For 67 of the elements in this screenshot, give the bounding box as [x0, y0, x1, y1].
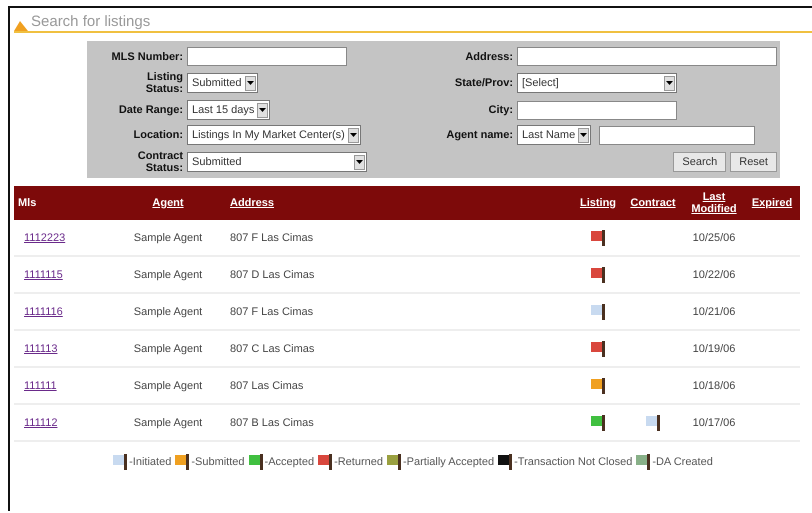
table-cell: Sample Agent [134, 232, 202, 244]
table-cell: 10/25/06 [692, 232, 736, 244]
column-header[interactable]: Listing [580, 197, 616, 209]
field-label: MLS Number: [112, 50, 183, 62]
input-field[interactable] [599, 126, 756, 144]
column-header[interactable]: Contract [630, 197, 676, 209]
caret-icon [348, 128, 359, 142]
legend-label: -DA Created [652, 456, 713, 468]
column-header: Mls [18, 197, 36, 209]
caret-icon [257, 102, 268, 118]
dropdown[interactable]: Last 15 days [187, 100, 270, 120]
dropdown[interactable]: Submitted [187, 152, 367, 172]
table-cell: Sample Agent [134, 268, 202, 280]
table-cell: 10/21/06 [692, 306, 736, 318]
field-label: State/Prov: [454, 77, 513, 89]
mls-link[interactable]: 1111115 [18, 268, 63, 280]
table-cell: Sample Agent [134, 380, 202, 392]
dropdown[interactable]: [Select] [517, 73, 677, 93]
dropdown[interactable]: Last Name [517, 125, 592, 145]
table-cell: 10/17/06 [692, 416, 736, 428]
input-field[interactable] [517, 47, 777, 66]
table-cell: 10/22/06 [692, 268, 736, 280]
field-label: Agent name: [446, 129, 513, 141]
mls-link[interactable]: 111113 [18, 342, 58, 354]
caret-icon [664, 76, 675, 90]
table-cell: Sample Agent [134, 416, 202, 428]
form-button[interactable]: Reset [730, 152, 777, 172]
legend-label: -Transaction Not Closed [514, 456, 632, 468]
table-cell: Sample Agent [134, 306, 202, 318]
table-cell: 807 D Las Cimas [230, 268, 314, 280]
field-label: Listing Status: [144, 71, 183, 95]
field-label: Location: [134, 129, 183, 141]
table-cell: 807 Las Cimas [230, 380, 304, 392]
mls-link[interactable]: 111111 [18, 380, 57, 392]
input-field[interactable] [517, 100, 677, 120]
table-cell: 807 B Las Cimas [230, 416, 314, 428]
table-cell: Sample Agent [134, 342, 202, 354]
dropdown[interactable]: Listings In My Market Center(s) [187, 125, 361, 145]
mls-link[interactable]: 1111116 [18, 306, 63, 318]
dropdown[interactable]: Submitted [187, 73, 258, 93]
column-header[interactable]: Expired [752, 197, 792, 209]
mls-link[interactable]: 1112223 [18, 232, 66, 244]
form-button[interactable]: Search [673, 152, 726, 172]
table-cell: 807 C Las Cimas [230, 342, 314, 354]
table-cell: 807 F Las Cimas [230, 306, 314, 318]
field-label: Date Range: [118, 104, 183, 116]
legend-label: -Initiated [129, 456, 172, 468]
field-label: Contract Status: [136, 150, 183, 174]
caret-icon [244, 76, 256, 90]
field-label: City: [488, 104, 513, 116]
legend-label: -Accepted [264, 456, 314, 468]
corner-icon [14, 21, 28, 31]
table-cell: 807 F Las Cimas [230, 232, 314, 244]
caret-icon [578, 128, 590, 142]
mls-link[interactable]: 111112 [18, 416, 58, 428]
table-cell: 10/18/06 [692, 380, 736, 392]
section-title: Search for listings [31, 13, 150, 31]
column-header[interactable]: Last Modified [688, 191, 740, 215]
legend-label: -Submitted [191, 456, 245, 468]
column-header[interactable]: Address [230, 197, 274, 209]
table-cell: 10/19/06 [692, 342, 736, 354]
caret-icon [354, 154, 365, 170]
column-header[interactable]: Agent [152, 197, 184, 209]
field-label: Address: [465, 50, 513, 62]
input-field[interactable] [187, 47, 347, 66]
legend-label: -Returned [334, 456, 383, 468]
legend-label: -Partially Accepted [403, 456, 494, 468]
